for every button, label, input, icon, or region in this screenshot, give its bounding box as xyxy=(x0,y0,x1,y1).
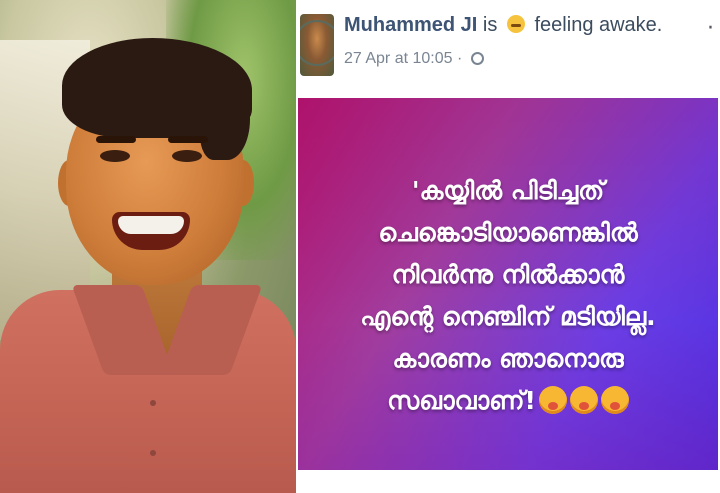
photo-teeth xyxy=(118,216,184,234)
post-meta: 27 Apr at 10:05 · xyxy=(344,50,484,68)
photo-eye-left xyxy=(100,150,130,162)
facebook-post: Muhammed JI is feeling awake. 27 Apr at … xyxy=(296,0,720,493)
shirt-button xyxy=(150,450,156,456)
quote-last-line: സഖാവാണ്! xyxy=(308,380,708,422)
photo-eye-right xyxy=(172,150,202,162)
feeling-text: feeling awake. xyxy=(534,14,663,36)
photo-eyebrow-left xyxy=(96,136,136,143)
surprised-emoji-icon xyxy=(569,386,598,414)
quote-line: എന്റെ നെഞ്ചിന് മടിയില്ല. xyxy=(360,302,656,331)
quote-line: നിവർന്നു നിൽക്കാൻ xyxy=(391,260,625,289)
quote-text: 'കയ്യിൽ പിടിച്ചത് ചെങ്കൊടിയാണെങ്കിൽ നിവർ… xyxy=(308,170,708,422)
post-header: Muhammed JI is feeling awake. xyxy=(344,14,662,37)
surprised-emoji-icon xyxy=(538,386,567,414)
photo-eyebrow-right xyxy=(168,136,208,143)
author-avatar[interactable] xyxy=(300,14,334,76)
shirt-button xyxy=(150,400,156,406)
sleepy-emoji-icon xyxy=(506,15,525,33)
quote-line: കാരണം ഞാനൊരു xyxy=(392,344,624,373)
post-timestamp[interactable]: 27 Apr at 10:05 · xyxy=(344,50,462,67)
quote-line: ചെങ്കൊടിയാണെങ്കിൽ xyxy=(378,218,638,247)
globe-icon xyxy=(470,52,484,65)
post-text-banner: 'കയ്യിൽ പിടിച്ചത് ചെങ്കൊടിയാണെങ്കിൽ നിവർ… xyxy=(298,98,718,470)
profile-photo xyxy=(0,0,296,493)
status-prefix: is xyxy=(482,14,498,36)
author-name-link[interactable]: Muhammed JI xyxy=(344,14,477,36)
more-options-icon[interactable]: · xyxy=(707,16,714,41)
quote-line: സഖാവാണ്! xyxy=(387,386,536,415)
surprised-emoji-icon xyxy=(600,386,629,414)
quote-line: 'കയ്യിൽ പിടിച്ചത് xyxy=(411,176,605,205)
avatar-ring xyxy=(300,20,334,66)
post-footer-strip xyxy=(296,470,720,493)
